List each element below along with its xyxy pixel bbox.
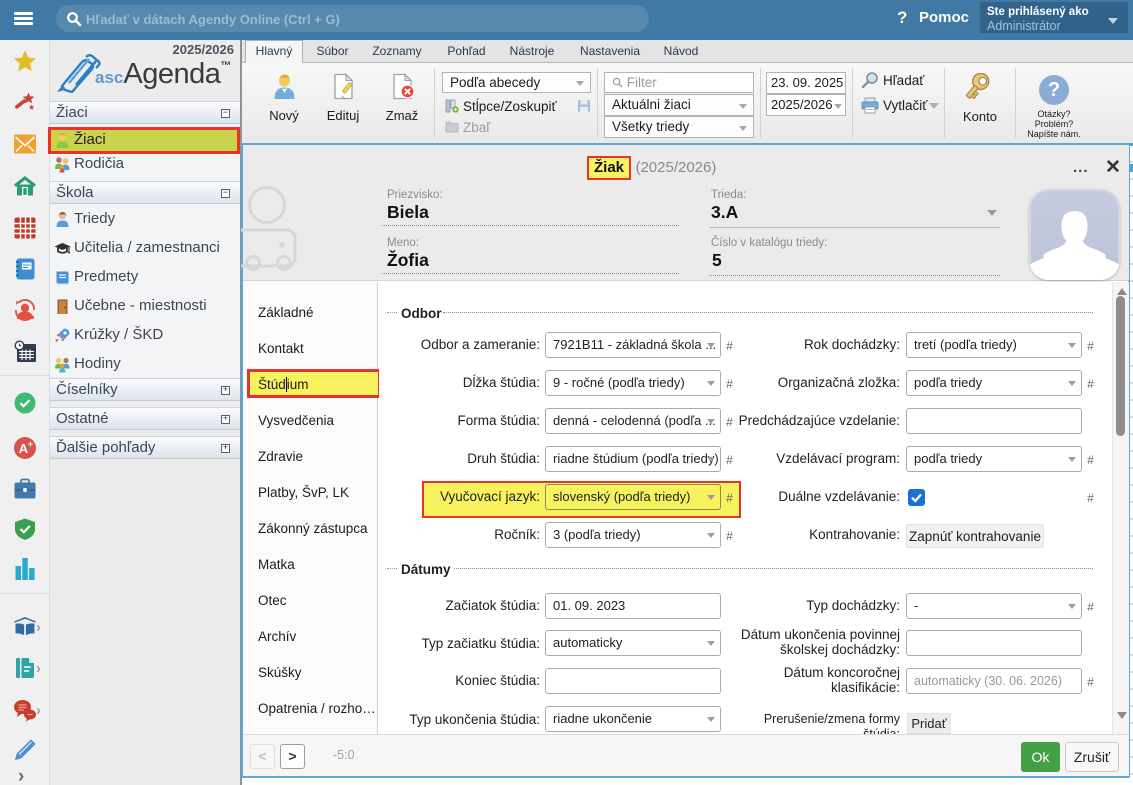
svg-text:+: + [28, 439, 33, 449]
